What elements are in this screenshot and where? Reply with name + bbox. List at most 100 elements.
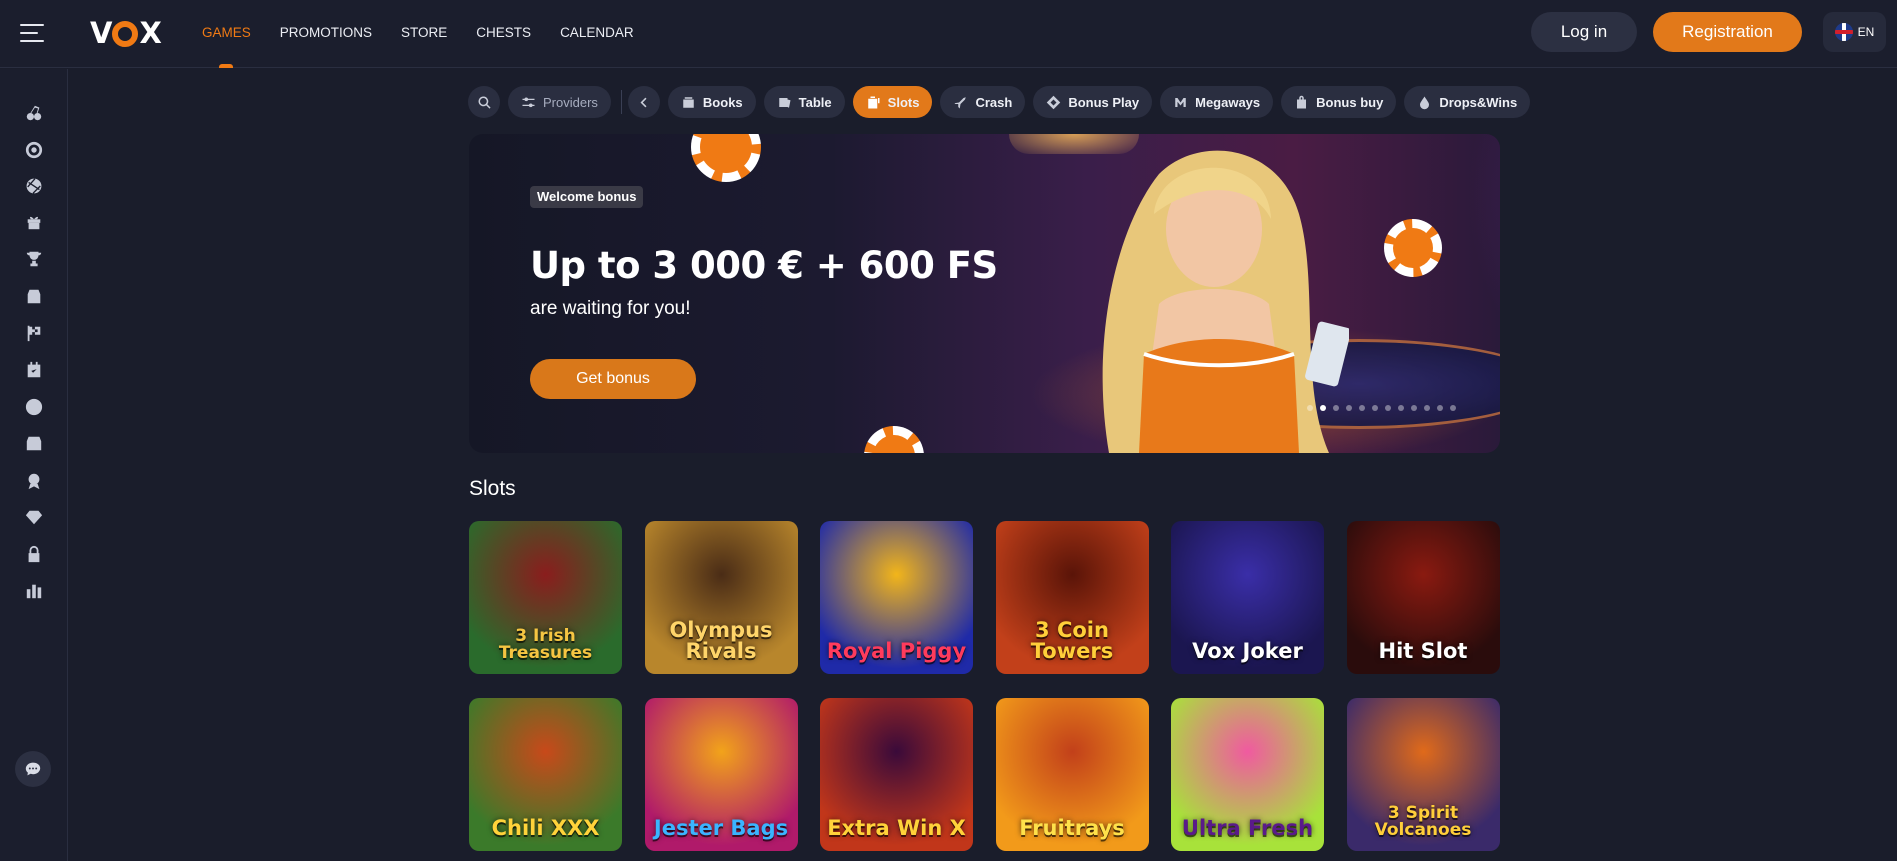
hostess-illustration [1102,150,1349,453]
language-code: EN [1857,25,1875,39]
roulette-icon[interactable] [24,140,44,160]
game-tile[interactable]: Chili XXX [469,698,622,851]
store-icon[interactable] [24,286,44,306]
nav-promotions[interactable]: PROMOTIONS [280,0,372,68]
promo-banner[interactable]: Welcome bonus Up to 3 000 € + 600 FS are… [469,134,1500,453]
category-label: Table [798,94,832,110]
login-button[interactable]: Log in [1531,12,1637,52]
table-icon [778,97,791,108]
casino-chip-icon [864,426,924,453]
game-tile[interactable]: Jester Bags [644,698,798,851]
carousel-dot[interactable] [1359,405,1365,411]
game-tile[interactable]: 3 Irish Treasures [469,521,622,674]
vox-logo[interactable]: VX [90,16,162,50]
slots-grid: 3 Irish Treasures Olympus Rivals Royal Pig… [469,521,1500,851]
game-tile[interactable]: Olympus Rivals [644,521,798,674]
sliders-icon [522,97,535,107]
carousel-dot[interactable] [1437,405,1443,411]
game-tile[interactable]: Fruitrays [995,698,1149,851]
game-title: Chili XXX [491,816,600,840]
chevron-left-icon [640,97,647,107]
game-tile[interactable]: Royal Piggy [820,521,973,674]
nav-store[interactable]: STORE [401,0,447,68]
bag-icon [1297,95,1307,108]
game-title: Vox Joker [1192,639,1303,663]
logo-o-mark [112,21,139,47]
uk-flag-icon [1834,23,1853,41]
language-selector[interactable]: EN [1823,12,1886,52]
carousel-dot[interactable] [1307,405,1313,411]
welcome-bonus-tag: Welcome bonus [530,186,644,208]
carousel-dot[interactable] [1385,405,1391,411]
category-label: Bonus Play [1068,94,1140,110]
casino-chip-icon [691,134,761,182]
logo-text-left: V [90,16,112,50]
category-label: Drops&Wins [1439,94,1518,110]
slots-icon [867,96,880,108]
trophy-icon[interactable] [24,249,44,269]
nav-games[interactable]: GAMES [202,0,251,68]
category-bonus-buy[interactable]: Bonus buy [1281,86,1397,118]
chat-button[interactable] [15,751,51,787]
game-title: Ultra Fresh [1181,816,1314,840]
drop-icon [1420,96,1430,109]
game-title: Fruitrays [1019,816,1125,840]
race-flag-icon[interactable] [24,323,44,343]
lock-icon[interactable] [24,544,44,564]
wheel-icon[interactable] [24,397,44,417]
category-megaways[interactable]: Megaways [1160,86,1274,118]
carousel-dot[interactable] [1320,405,1326,411]
calendar-icon[interactable] [24,360,44,380]
diamond-icon[interactable] [24,507,44,527]
sports-ball-icon[interactable] [24,176,44,196]
carousel-dot[interactable] [1346,405,1352,411]
plane-icon [954,96,967,108]
search-button[interactable] [468,86,500,118]
books-icon [683,96,694,108]
category-table[interactable]: Table [763,86,845,118]
category-label: Bonus buy [1316,94,1384,110]
carousel-dot[interactable] [1424,405,1430,411]
carousel-dot[interactable] [1398,405,1404,411]
category-bonus-play[interactable]: Bonus Play [1033,86,1153,118]
main-nav: GAMES PROMOTIONS STORE CHESTS CALENDAR [202,0,634,68]
providers-filter[interactable]: Providers [508,86,611,118]
carousel-dots [1307,405,1456,411]
category-drops-wins[interactable]: Drops&Wins [1404,86,1531,118]
game-tile[interactable]: Vox Joker [1171,521,1324,674]
scroll-left-button[interactable] [627,86,660,118]
game-tile[interactable]: Ultra Fresh [1171,698,1324,851]
category-label: Megaways [1195,94,1261,110]
divider [620,90,622,114]
carousel-dot[interactable] [1372,405,1378,411]
diamond-icon [1047,95,1061,109]
menu-icon[interactable] [20,22,48,44]
carousel-dot[interactable] [1411,405,1417,411]
game-title: Hit Slot [1378,639,1468,663]
leaderboard-icon[interactable] [24,581,44,601]
game-tile[interactable]: Hit Slot [1346,521,1500,674]
game-tile[interactable]: 3 Spirit Volcanoes [1346,698,1500,851]
nav-chests[interactable]: CHESTS [476,0,531,68]
badge-icon[interactable] [24,471,44,491]
chat-icon [25,762,41,776]
search-icon [478,96,491,109]
banner-title: Up to 3 000 € + 600 FS [530,244,998,287]
category-crash[interactable]: Crash [940,86,1026,118]
game-tile[interactable]: Extra Win X [820,698,973,851]
game-tile[interactable]: 3 Coin Towers [995,521,1149,674]
providers-label: Providers [543,94,598,110]
carousel-dot[interactable] [1333,405,1339,411]
nav-calendar[interactable]: CALENDAR [560,0,634,68]
carousel-dot[interactable] [1450,405,1456,411]
category-slots[interactable]: Slots [852,86,933,118]
gift-icon[interactable] [24,212,44,232]
category-books[interactable]: Books [667,86,756,118]
registration-button[interactable]: Registration [1653,12,1802,52]
cherries-icon[interactable] [24,103,44,123]
get-bonus-button[interactable]: Get bonus [530,359,696,399]
megaways-icon [1175,97,1186,107]
game-title: Royal Piggy [826,639,967,663]
top-header: VX GAMES PROMOTIONS STORE CHESTS CALENDA… [0,0,1897,68]
chest-icon[interactable] [24,433,44,453]
